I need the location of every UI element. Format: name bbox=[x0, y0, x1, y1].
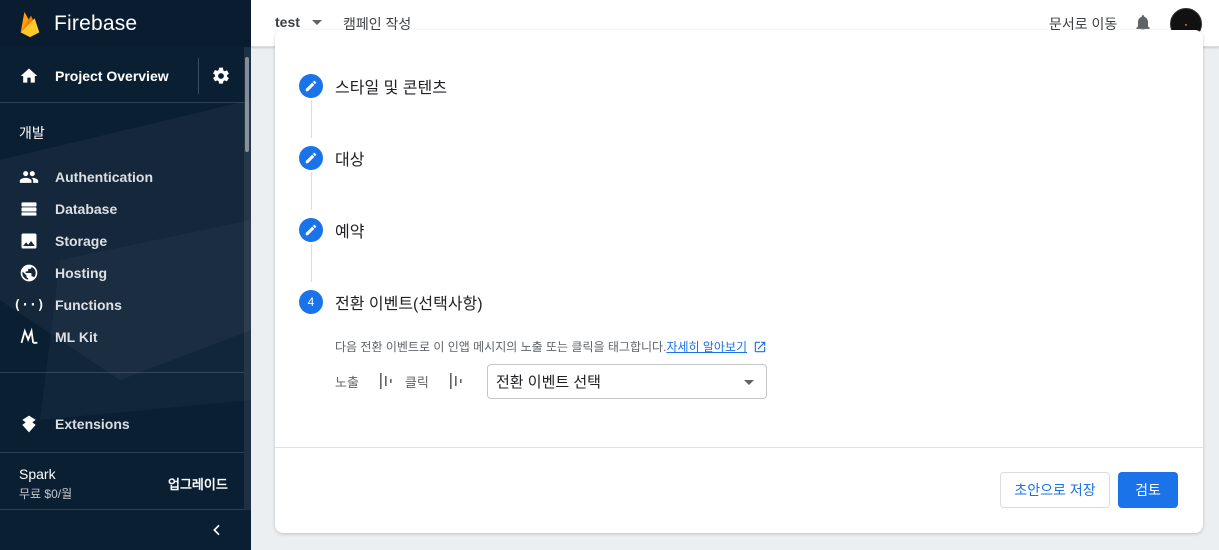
sidebar: Firebase Project Overview 개발 Authenticat… bbox=[0, 0, 251, 550]
step-connector bbox=[311, 172, 312, 210]
divider bbox=[0, 372, 244, 373]
sidebar-item-extensions[interactable]: Extensions bbox=[0, 408, 244, 440]
gear-icon[interactable] bbox=[211, 66, 231, 86]
sidebar-scrollbar[interactable] bbox=[244, 47, 251, 510]
step-connector bbox=[311, 100, 312, 138]
edit-icon bbox=[299, 218, 323, 242]
home-icon bbox=[20, 68, 38, 83]
ml-kit-icon bbox=[19, 327, 39, 347]
learn-more-link[interactable]: 자세히 알아보기 bbox=[666, 338, 747, 355]
sidebar-item-hosting[interactable]: Hosting bbox=[0, 257, 244, 289]
project-overview-row[interactable]: Project Overview bbox=[0, 52, 244, 100]
conversion-helper-text: 다음 전환 이벤트로 이 인앱 메시지의 노출 또는 클릭을 태그합니다. 자세… bbox=[335, 338, 767, 355]
chevron-down-icon bbox=[311, 19, 322, 25]
conversion-event-row: 노출 클릭 bbox=[335, 363, 475, 399]
people-icon bbox=[19, 167, 39, 187]
step-schedule[interactable]: 예약 bbox=[299, 218, 364, 242]
plan-price: 무료 $0/월 bbox=[19, 487, 73, 501]
campaign-card: 스타일 및 콘텐츠 대상 예약 4 전환 이벤트(선택사항) 다음 전환 이벤트… bbox=[275, 30, 1203, 533]
firebase-brand[interactable]: Firebase bbox=[0, 0, 251, 47]
step-number: 4 bbox=[299, 290, 323, 314]
sidebar-item-label: Hosting bbox=[55, 265, 108, 281]
brand-name: Firebase bbox=[54, 11, 138, 35]
impression-label: 노출 bbox=[335, 374, 359, 390]
step-label: 예약 bbox=[335, 224, 365, 241]
review-button[interactable]: 검토 bbox=[1118, 472, 1178, 508]
collapse-sidebar-button[interactable] bbox=[0, 510, 251, 550]
extensions-icon bbox=[19, 414, 39, 434]
divider bbox=[0, 102, 244, 103]
sidebar-item-label: Storage bbox=[55, 233, 108, 249]
sidebar-item-storage[interactable]: Storage bbox=[0, 225, 244, 257]
plan-info: Spark 무료 $0/월 bbox=[19, 466, 72, 502]
divider bbox=[275, 447, 1203, 448]
firebase-logo-icon bbox=[20, 11, 40, 37]
project-name: test bbox=[275, 14, 300, 30]
save-draft-button[interactable]: 초안으로 저장 bbox=[1000, 472, 1110, 508]
sidebar-item-label: Extensions bbox=[55, 416, 130, 432]
step-label: 스타일 및 콘텐츠 bbox=[335, 80, 447, 97]
project-selector[interactable]: test bbox=[275, 14, 322, 30]
sidebar-item-ml-kit[interactable]: ML Kit bbox=[0, 321, 244, 353]
sidebar-item-label: Functions bbox=[55, 297, 122, 313]
step-style-content[interactable]: 스타일 및 콘텐츠 bbox=[299, 74, 447, 98]
sidebar-item-authentication[interactable]: Authentication bbox=[0, 161, 244, 193]
divider bbox=[0, 452, 244, 453]
plan-name: Spark bbox=[19, 466, 56, 482]
step-conversion-events[interactable]: 4 전환 이벤트(선택사항) bbox=[299, 290, 483, 314]
helper-text: 다음 전환 이벤트로 이 인앱 메시지의 노출 또는 클릭을 태그합니다. bbox=[335, 340, 667, 354]
functions-icon: (··) bbox=[13, 297, 45, 313]
image-icon bbox=[19, 231, 39, 251]
step-label: 대상 bbox=[335, 152, 365, 169]
dropdown-arrow-icon bbox=[744, 380, 754, 385]
section-title-develop: 개발 bbox=[19, 125, 45, 141]
click-chart-icon bbox=[449, 373, 462, 389]
select-value: 전환 이벤트 선택 bbox=[496, 374, 601, 391]
sidebar-item-label: Database bbox=[55, 201, 118, 217]
avatar-image: ● bbox=[1184, 21, 1188, 27]
globe-icon bbox=[19, 263, 39, 283]
open-in-new-icon[interactable] bbox=[753, 340, 767, 354]
project-overview-label: Project Overview bbox=[55, 68, 169, 84]
chevron-left-icon bbox=[213, 524, 220, 536]
sidebar-item-label: ML Kit bbox=[55, 329, 98, 345]
sidebar-item-label: Authentication bbox=[55, 169, 153, 185]
database-icon bbox=[19, 199, 39, 219]
divider bbox=[198, 58, 199, 94]
impression-chart-icon bbox=[379, 373, 392, 389]
sidebar-item-functions[interactable]: (··) Functions bbox=[0, 289, 244, 321]
edit-icon bbox=[299, 74, 323, 98]
edit-icon bbox=[299, 146, 323, 170]
step-connector bbox=[311, 244, 312, 282]
step-target[interactable]: 대상 bbox=[299, 146, 364, 170]
sidebar-item-database[interactable]: Database bbox=[0, 193, 244, 225]
scrollbar-thumb[interactable] bbox=[245, 57, 249, 152]
upgrade-button[interactable]: 업그레이드 bbox=[160, 471, 236, 496]
click-label: 클릭 bbox=[404, 374, 429, 390]
step-label: 전환 이벤트(선택사항) bbox=[335, 296, 483, 313]
conversion-event-select[interactable]: 전환 이벤트 선택 bbox=[487, 364, 767, 399]
